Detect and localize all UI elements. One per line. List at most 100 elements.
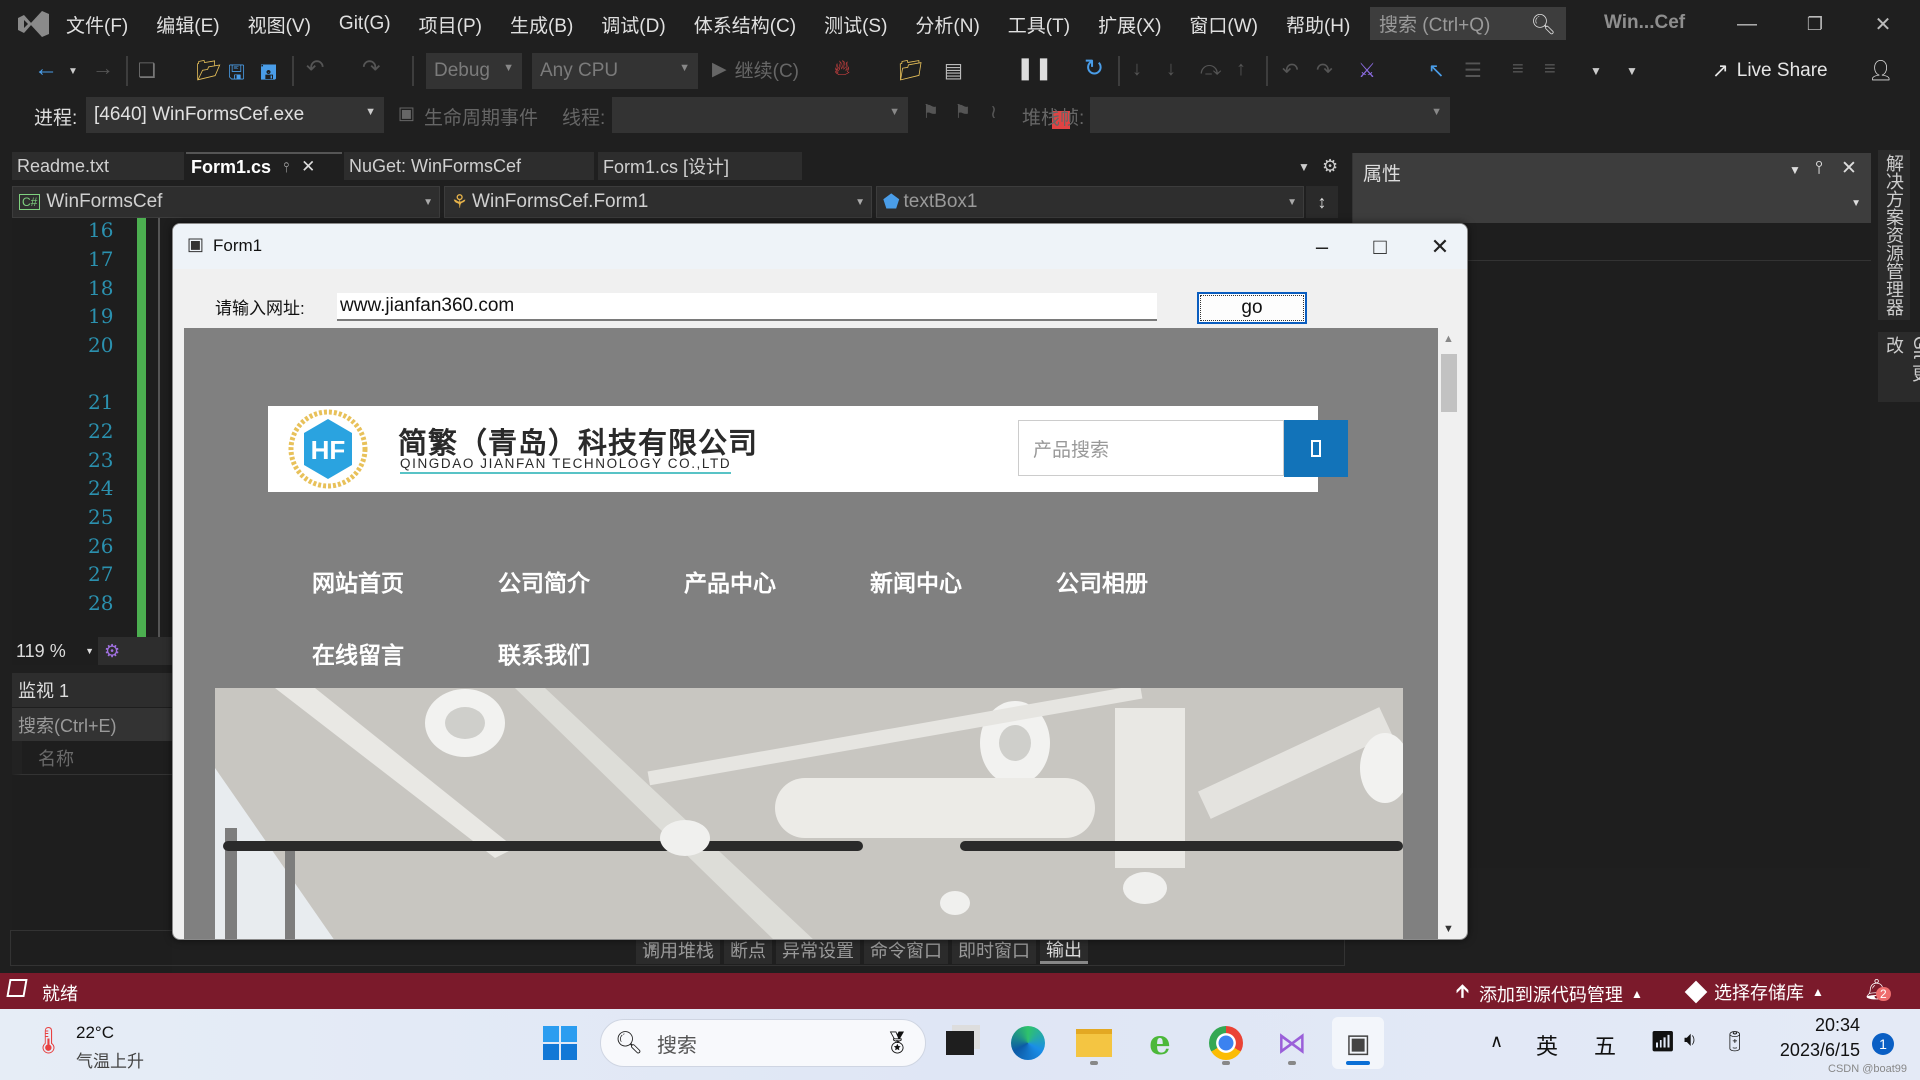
taskbar-edge[interactable]: [1002, 1017, 1054, 1069]
form-minimize-button[interactable]: –: [1293, 224, 1351, 269]
live-share-button[interactable]: ↗ Live Share: [1712, 58, 1828, 83]
menu-project[interactable]: 项目(P): [405, 0, 496, 48]
stack-frame-select[interactable]: ▼: [1090, 97, 1450, 133]
step-out-icon[interactable]: ↑: [1236, 58, 1246, 81]
menu-tools[interactable]: 工具(T): [994, 0, 1084, 48]
ime-language-indicator[interactable]: 英: [1536, 1029, 1558, 1061]
menu-analyze[interactable]: 分析(N): [901, 0, 993, 48]
split-window-button[interactable]: ↕: [1306, 186, 1338, 218]
notification-center-badge[interactable]: 1: [1872, 1033, 1894, 1055]
zoom-level-select[interactable]: 119 % ▼: [12, 637, 98, 665]
restore-button[interactable]: ❐: [1784, 0, 1846, 48]
taskbar-visual-studio[interactable]: ⋈: [1266, 1017, 1318, 1069]
taskbar-file-explorer[interactable]: [1068, 1017, 1120, 1069]
navigate-forward-icon[interactable]: →: [92, 55, 114, 81]
nav-album[interactable]: 公司相册: [1056, 564, 1148, 598]
show-next-statement-icon[interactable]: ↓: [1132, 58, 1142, 81]
solution-platform-select[interactable]: Any CPU ▼: [532, 53, 698, 89]
scroll-down-icon[interactable]: ▼: [1443, 923, 1454, 935]
menu-edit[interactable]: 编辑(E): [142, 0, 233, 48]
menu-git[interactable]: Git(G): [325, 0, 405, 48]
close-tab-icon[interactable]: ✕: [301, 157, 315, 177]
url-input[interactable]: [337, 293, 1157, 321]
tab-breakpoints[interactable]: 断点: [724, 936, 772, 964]
save-all-icon[interactable]: 🖪︎: [260, 58, 277, 92]
tab-immediate-window[interactable]: 即时窗口: [952, 936, 1036, 964]
chevron-down-icon[interactable]: ▼: [68, 66, 78, 77]
tab-form1-cs[interactable]: Form1.cs ⫯ ✕: [186, 152, 342, 180]
volume-icon[interactable]: 🔉︎: [1684, 1029, 1697, 1052]
pin-icon[interactable]: ⫯: [283, 159, 289, 176]
undo-icon[interactable]: ↶: [306, 55, 324, 81]
chevron-down-icon[interactable]: ▼: [646, 940, 659, 955]
tab-command-window[interactable]: 命令窗口: [864, 936, 948, 964]
nav-news[interactable]: 新闻中心: [870, 564, 962, 598]
lifecycle-events-button[interactable]: 生命周期事件: [424, 103, 538, 130]
watch-search-input[interactable]: 搜索(Ctrl+E): [12, 707, 172, 741]
find-in-files-icon[interactable]: 📁︎: [898, 58, 923, 83]
pin-icon[interactable]: ⫯: [1815, 157, 1823, 178]
menu-build[interactable]: 生成(B): [496, 0, 587, 48]
nav-home[interactable]: 网站首页: [312, 564, 404, 598]
outdent-icon[interactable]: ≡: [1544, 58, 1556, 81]
menu-file[interactable]: 文件(F): [52, 0, 142, 48]
toolbar-overflow-icon[interactable]: ▼: [1626, 64, 1638, 78]
add-to-source-control-button[interactable]: 🡩 添加到源代码管理 ▲: [1456, 979, 1643, 1009]
taskbar-ie-browser[interactable]: e: [1134, 1017, 1186, 1069]
menu-help[interactable]: 帮助(H): [1272, 0, 1364, 48]
flag-thread-icon[interactable]: ⚑: [922, 101, 939, 124]
hot-reload-icon[interactable]: 🔥︎: [834, 55, 850, 81]
tab-solution-explorer[interactable]: 解决方案资源管理器: [1878, 150, 1910, 320]
step-backward-icon[interactable]: ↶: [1282, 58, 1299, 83]
menu-extensions[interactable]: 扩展(X): [1084, 0, 1175, 48]
quick-search-input[interactable]: 搜索 (Ctrl+Q) 🔍︎: [1370, 7, 1566, 40]
toolbar-overflow-icon[interactable]: ▼: [1590, 64, 1602, 78]
taskbar-task-view[interactable]: [934, 1017, 986, 1069]
clock[interactable]: 20:34 2023/6/15: [1770, 1015, 1860, 1061]
taskbar-search-box[interactable]: 🔍︎ 搜索 🏅︎: [600, 1019, 926, 1067]
ime-mode-indicator[interactable]: 五: [1594, 1029, 1616, 1061]
feedback-icon[interactable]: 👤︎: [1868, 58, 1893, 83]
go-button[interactable]: go: [1197, 292, 1307, 324]
battery-icon[interactable]: 🔋︎: [1722, 1029, 1747, 1054]
redo-icon[interactable]: ↷: [362, 55, 380, 81]
select-repository-button[interactable]: 选择存储库 ▲: [1684, 979, 1824, 1005]
new-project-icon[interactable]: ❑: [138, 58, 156, 83]
nav-about[interactable]: 公司简介: [498, 564, 590, 598]
flag-all-threads-icon[interactable]: ⚑: [954, 101, 971, 124]
track-focus-icon[interactable]: ☰: [1464, 58, 1482, 83]
gear-icon[interactable]: ⚙: [1322, 156, 1338, 177]
application-insights-icon[interactable]: ▤: [944, 58, 963, 83]
tab-output[interactable]: 输出: [1040, 936, 1088, 964]
minimize-button[interactable]: —: [1716, 0, 1778, 48]
taskbar-form1-app[interactable]: ▣: [1332, 1017, 1384, 1069]
project-navigation-select[interactable]: C# WinFormsCef ▼: [12, 186, 440, 218]
weather-widget[interactable]: 🌡︎ 22°C 气温上升: [14, 1017, 164, 1073]
menu-test[interactable]: 测试(S): [810, 0, 901, 48]
tab-readme[interactable]: Readme.txt: [12, 152, 184, 180]
properties-object-select[interactable]: ▼: [1353, 188, 1871, 223]
member-navigation-select[interactable]: ⬟ textBox1 ▼: [876, 186, 1304, 218]
tab-list-dropdown-icon[interactable]: ▼: [1298, 160, 1310, 174]
scrollbar-thumb[interactable]: [1441, 354, 1457, 412]
tab-exception-settings[interactable]: 异常设置: [776, 936, 860, 964]
select-element-icon[interactable]: ↖: [1428, 58, 1445, 83]
start-button[interactable]: [534, 1017, 586, 1069]
panel-menu-icon[interactable]: ▼: [1789, 163, 1801, 177]
form-close-button[interactable]: ✕: [1411, 224, 1467, 269]
menu-architecture[interactable]: 体系结构(C): [680, 0, 810, 48]
menu-view[interactable]: 视图(V): [234, 0, 325, 48]
hot-reload-link-icon[interactable]: ⚔: [1358, 58, 1376, 83]
show-threads-icon[interactable]: ≀: [990, 101, 997, 124]
restart-icon[interactable]: ↻: [1084, 54, 1104, 83]
continue-button[interactable]: ▶ 继续(C): [712, 56, 799, 83]
product-search-button[interactable]: [1284, 420, 1348, 477]
menu-debug[interactable]: 调试(D): [587, 0, 679, 48]
tab-form1-designer[interactable]: Form1.cs [设计]: [598, 152, 802, 180]
process-select[interactable]: [4640] WinFormsCef.exe ▼: [86, 97, 384, 133]
save-icon[interactable]: 🖫︎: [228, 58, 245, 92]
product-search-input[interactable]: 产品搜索: [1018, 420, 1284, 476]
open-folder-icon[interactable]: 📂︎: [196, 58, 221, 83]
step-forward-icon[interactable]: ↷: [1316, 58, 1333, 83]
menu-window[interactable]: 窗口(W): [1175, 0, 1272, 48]
